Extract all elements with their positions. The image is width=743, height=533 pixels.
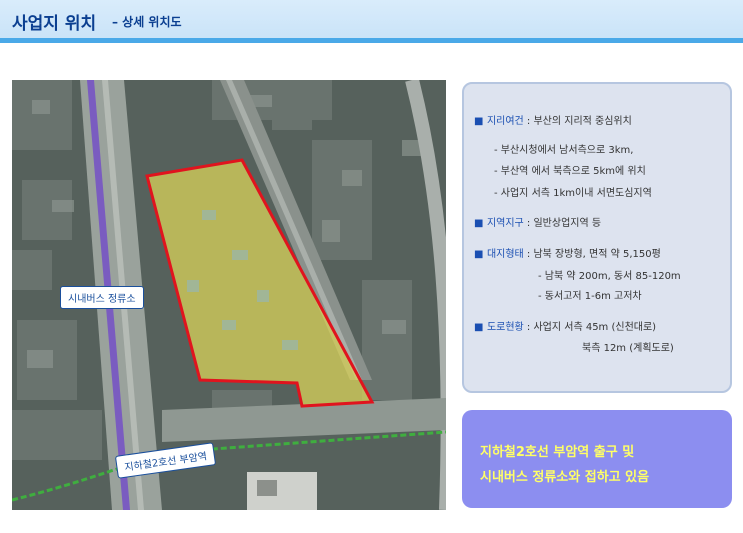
info-detail: - 남북 약 200m, 동서 85-120m bbox=[538, 271, 681, 282]
bullet-icon: ■ bbox=[474, 249, 487, 260]
page-subtitle: – 상세 위치도 bbox=[112, 15, 182, 29]
page-title: 사업지 위치 bbox=[12, 14, 97, 34]
bullet-icon: ■ bbox=[474, 218, 487, 229]
header-underline bbox=[0, 38, 743, 43]
info-item-zoning: ■ 지역지구 : 일반상업지역 등 bbox=[474, 218, 602, 229]
bullet-icon: ■ bbox=[474, 322, 487, 333]
info-detail: - 사업지 서측 1km이내 서면도심지역 bbox=[494, 188, 652, 199]
bus-stop-label: 시내버스 정류소 bbox=[60, 286, 144, 309]
info-item-site-shape: ■ 대지형태 : 남북 장방형, 면적 약 5,150평 bbox=[474, 249, 661, 260]
info-detail: 북측 12m (계획도로) bbox=[582, 343, 674, 354]
info-detail: - 부산역 에서 북측으로 5km에 위치 bbox=[494, 166, 646, 177]
bullet-icon: ■ bbox=[474, 116, 487, 127]
info-detail: - 동서고저 1-6m 고저차 bbox=[538, 291, 642, 302]
info-item-location: ■ 지리여건 : 부산의 지리적 중심위치 bbox=[474, 116, 632, 127]
highlight-callout: 지하철2호선 부암역 출구 및 시내버스 정류소와 접하고 있음 bbox=[462, 410, 732, 508]
info-detail: - 부산시청에서 남서측으로 3km, bbox=[494, 145, 634, 156]
info-item-roads: ■ 도로현황 : 사업지 서측 45m (신천대로) bbox=[474, 322, 657, 333]
callout-line-2: 시내버스 정류소와 접하고 있음 bbox=[480, 470, 650, 485]
site-map: 시내버스 정류소 지하철2호선 부암역 bbox=[12, 80, 446, 510]
callout-line-1: 지하철2호선 부암역 출구 및 bbox=[480, 445, 635, 460]
site-info-panel: ■ 지리여건 : 부산의 지리적 중심위치 - 부산시청에서 남서측으로 3km… bbox=[462, 82, 732, 393]
